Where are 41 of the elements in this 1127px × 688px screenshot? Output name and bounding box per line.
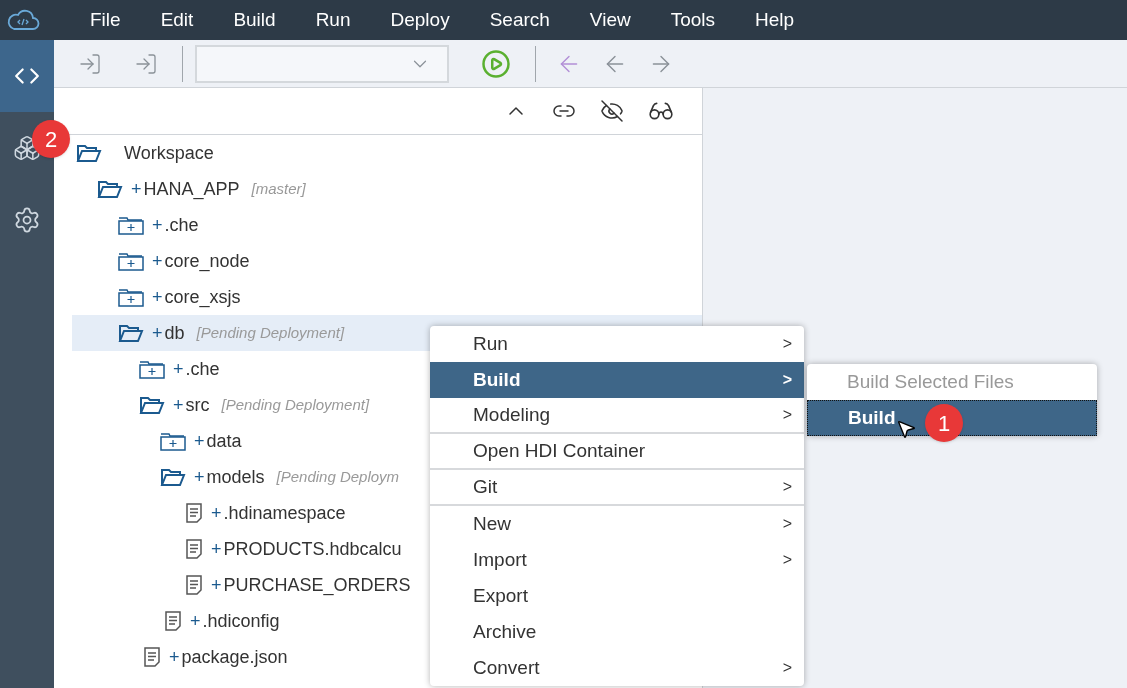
tree-label: .che <box>185 357 220 381</box>
tree-label: .hdiconfig <box>202 609 280 633</box>
added-marker: + <box>173 357 184 381</box>
tree-label: .hdinamespace <box>223 501 346 525</box>
submenu-arrow: > <box>782 477 792 497</box>
tree-note: [Pending Deployment] <box>196 322 345 343</box>
added-marker: + <box>152 213 163 237</box>
tree-note: [Pending Deployment] <box>221 394 370 415</box>
submenu-arrow: > <box>782 405 792 425</box>
tree-label: src <box>185 393 210 417</box>
tree-label: PURCHASE_ORDERS <box>223 573 411 598</box>
submenu-arrow: > <box>782 550 792 570</box>
tree-label: models <box>206 465 265 489</box>
tree-label: HANA_APP <box>143 177 240 202</box>
added-marker: + <box>194 465 205 489</box>
tree-label: PRODUCTS.hdbcalcu <box>223 537 402 561</box>
tree-note: [master] <box>251 178 306 199</box>
submenu-arrow: > <box>782 370 792 390</box>
added-marker: + <box>211 501 222 525</box>
tree-label: Workspace <box>124 141 214 165</box>
tree-label: .che <box>164 213 199 237</box>
added-marker: + <box>173 393 184 417</box>
tree-label: core_xsjs <box>164 285 241 310</box>
tree-label: data <box>206 429 242 453</box>
tree-label: package.json <box>181 645 288 669</box>
submenu-arrow: > <box>782 514 792 534</box>
submenu-arrow: > <box>782 334 792 354</box>
added-marker: + <box>152 285 163 309</box>
added-marker: + <box>190 609 201 633</box>
submenu-arrow: > <box>782 658 792 678</box>
tree-label: db <box>164 321 185 345</box>
step-badge: 2 <box>32 120 70 158</box>
added-marker: + <box>152 249 163 273</box>
added-marker: + <box>131 177 142 201</box>
added-marker: + <box>211 537 222 561</box>
added-marker: + <box>194 429 205 453</box>
added-marker: + <box>211 573 222 597</box>
added-marker: + <box>169 645 180 669</box>
tree-note: [Pending Deploym <box>276 466 400 487</box>
added-marker: + <box>152 321 163 345</box>
tree-label: core_node <box>164 249 250 274</box>
